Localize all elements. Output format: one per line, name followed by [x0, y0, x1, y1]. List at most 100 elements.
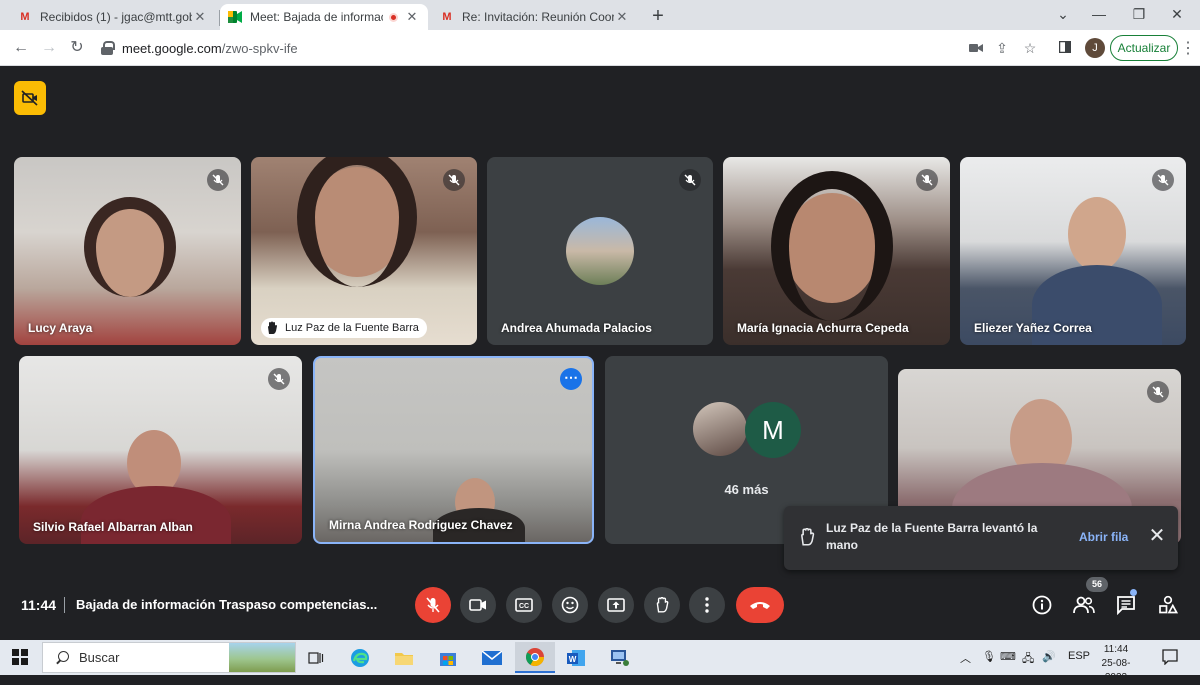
mic-muted-icon — [679, 169, 701, 191]
chat-icon[interactable] — [1114, 593, 1138, 617]
people-icon[interactable] — [1072, 593, 1096, 617]
participant-name: Lucy Araya — [28, 321, 93, 335]
meet-stage: Lucy Araya Luz Paz de la Fuente Barra An… — [0, 67, 1200, 640]
browser-menu-icon[interactable]: ⋮ — [1180, 38, 1196, 58]
participant-hair — [84, 197, 176, 297]
participant-name: Luz Paz de la Fuente Barra — [285, 322, 419, 334]
mic-muted-icon — [207, 169, 229, 191]
camera-off-badge-icon[interactable] — [14, 81, 46, 115]
notification-center-icon[interactable] — [1162, 649, 1178, 666]
close-tab-icon[interactable]: ✕ — [192, 9, 208, 25]
bookmark-star-icon[interactable]: ☆ — [1020, 38, 1040, 58]
update-button[interactable]: Actualizar — [1110, 35, 1178, 61]
participant-hair — [771, 171, 893, 321]
task-view-icon[interactable] — [296, 642, 336, 673]
participant-tile[interactable]: Luz Paz de la Fuente Barra — [251, 157, 477, 345]
taskbar-search[interactable]: Buscar — [42, 642, 296, 673]
close-tab-icon[interactable]: ✕ — [614, 9, 630, 25]
tab-meet[interactable]: Meet: Bajada de información ✕ — [220, 4, 428, 30]
tab-gmail-invitation[interactable]: M Re: Invitación: Reunión Coordinac ✕ — [432, 4, 638, 30]
close-window-button[interactable]: ✕ — [1154, 2, 1200, 26]
participant-tile[interactable]: María Ignacia Achurra Cepeda — [723, 157, 950, 345]
back-arrow-icon[interactable]: ← — [10, 37, 32, 59]
meeting-info-icon[interactable] — [1030, 593, 1054, 617]
store-icon[interactable] — [428, 642, 468, 673]
close-tab-icon[interactable]: ✕ — [404, 9, 420, 25]
open-queue-link[interactable]: Abrir fila — [1079, 530, 1128, 544]
mic-muted-icon — [1147, 381, 1169, 403]
activities-icon[interactable] — [1156, 593, 1180, 617]
gmail-icon: M — [442, 11, 452, 23]
forward-arrow-icon[interactable]: → — [38, 37, 60, 59]
unread-dot — [1130, 589, 1137, 596]
raise-hand-button[interactable] — [644, 587, 680, 623]
participant-name-pill: Luz Paz de la Fuente Barra — [261, 318, 427, 338]
tab-title: Meet: Bajada de información — [250, 10, 383, 24]
camera-icon[interactable] — [966, 38, 986, 58]
tray-expand-icon[interactable]: ︿ — [960, 650, 971, 666]
mic-off-button[interactable] — [415, 587, 451, 623]
mic-muted-icon — [443, 169, 465, 191]
participant-tile[interactable]: Silvio Rafael Albarran Alban — [19, 356, 302, 544]
emoji-reaction-button[interactable] — [552, 587, 588, 623]
side-panel-icon[interactable] — [1055, 38, 1075, 58]
people-count-badge: 56 — [1086, 577, 1108, 592]
microphone-tray-icon[interactable]: 🎙 — [982, 650, 996, 663]
raised-hand-icon — [801, 528, 815, 546]
emoji-icon — [561, 596, 579, 614]
participant-tile[interactable]: Eliezer Yañez Correa — [960, 157, 1186, 345]
system-date: 25-08-2023 — [1101, 658, 1131, 683]
word-icon[interactable]: W — [556, 642, 596, 673]
participant-name: Eliezer Yañez Correa — [974, 321, 1092, 335]
divider — [64, 597, 65, 613]
tab-gmail-inbox[interactable]: M Recibidos (1) - jgac@mtt.gob.cl - ✕ — [10, 4, 216, 30]
volume-icon[interactable]: 🔊 — [1042, 650, 1056, 663]
chrome-icon[interactable] — [515, 642, 555, 673]
ethernet-icon[interactable]: 🖧 — [1022, 650, 1034, 669]
raised-hand-icon — [268, 321, 277, 334]
profile-avatar[interactable]: J — [1085, 38, 1105, 58]
share-icon[interactable]: ⇪ — [992, 38, 1012, 58]
mail-icon[interactable] — [472, 642, 512, 673]
participant-video — [1068, 197, 1126, 271]
present-screen-button[interactable] — [598, 587, 634, 623]
participant-body — [81, 486, 231, 544]
address-bar[interactable]: meet.google.com/zwo-spkv-ife — [96, 35, 1046, 61]
participant-hair — [297, 157, 417, 287]
mic-off-icon — [426, 597, 440, 613]
close-icon[interactable]: ✕ — [1146, 525, 1168, 547]
meeting-clock: 11:44 — [21, 597, 57, 613]
mic-muted-icon — [916, 169, 938, 191]
windows-start-icon[interactable] — [12, 649, 28, 665]
system-clock[interactable]: 11:44 25-08-2023 — [1094, 643, 1138, 685]
more-options-button[interactable] — [689, 587, 725, 623]
network-icon[interactable]: ⌨ — [1000, 650, 1016, 663]
captions-button[interactable]: CC — [506, 587, 542, 623]
lock-icon — [100, 41, 115, 55]
participant-tile[interactable]: Lucy Araya — [14, 157, 241, 345]
mic-muted-icon — [1152, 169, 1174, 191]
meet-icon — [228, 10, 242, 24]
participant-avatar — [566, 217, 634, 285]
system-time: 11:44 — [1103, 644, 1129, 655]
gmail-icon: M — [20, 11, 30, 23]
more-options-icon[interactable]: ⋯ — [560, 368, 582, 390]
edge-browser-icon[interactable] — [340, 642, 380, 673]
file-explorer-icon[interactable] — [384, 642, 424, 673]
notification-message: Luz Paz de la Fuente Barra levantó la ma… — [826, 521, 1038, 552]
leave-call-button[interactable] — [736, 587, 784, 623]
reload-icon[interactable]: ↻ — [66, 37, 88, 59]
participant-tile[interactable]: Andrea Ahumada Palacios — [487, 157, 713, 345]
participant-avatar — [693, 402, 747, 456]
remote-desktop-icon[interactable] — [600, 642, 640, 673]
search-icon — [55, 650, 69, 665]
mic-muted-icon — [268, 368, 290, 390]
participant-tile-active-speaker[interactable]: ⋯ Mirna Andrea Rodriguez Chavez — [313, 356, 594, 544]
browser-toolbar: ← → ↻ meet.google.com/zwo-spkv-ife ⇪ ☆ J… — [0, 30, 1200, 66]
language-indicator[interactable]: ESP — [1068, 650, 1090, 662]
new-tab-button[interactable]: + — [648, 5, 668, 28]
recording-indicator-icon — [389, 12, 398, 22]
address-url: meet.google.com/zwo-spkv-ife — [122, 40, 298, 56]
participant-name: María Ignacia Achurra Cepeda — [737, 321, 909, 335]
camera-button[interactable] — [460, 587, 496, 623]
